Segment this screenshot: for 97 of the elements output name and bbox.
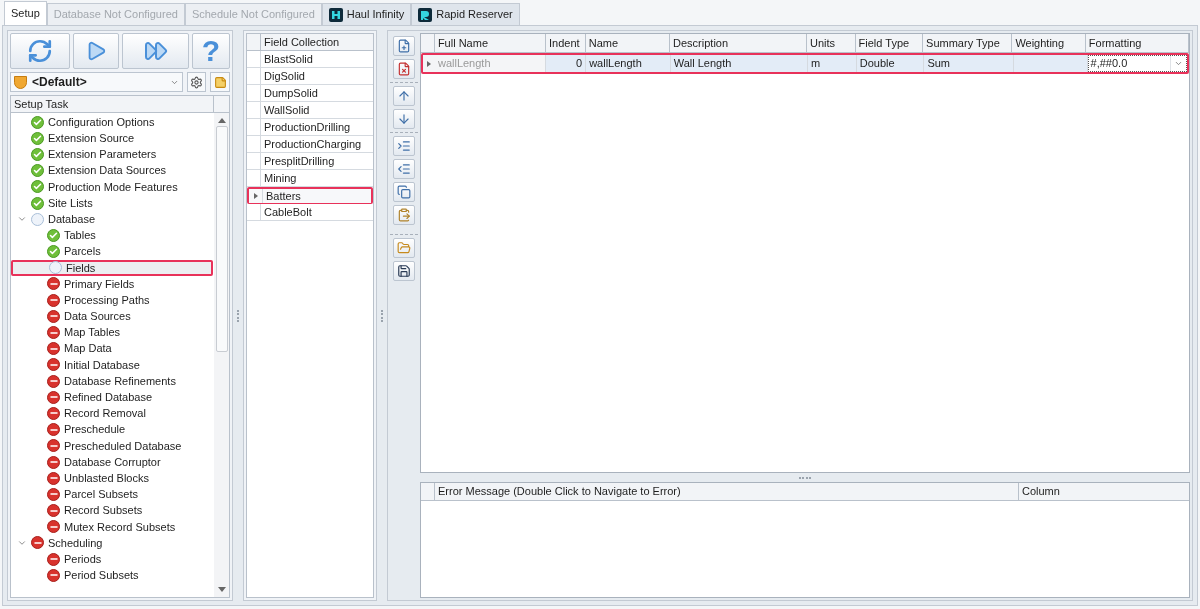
copy-button[interactable] (393, 182, 415, 202)
collection-row[interactable]: DumpSolid (247, 85, 373, 102)
table-cell-text: Wall Length (673, 56, 732, 72)
tree-item[interactable]: Record Subsets (11, 502, 213, 519)
tree-item[interactable]: Data Sources (11, 308, 213, 325)
collection-row[interactable]: ProductionCharging (247, 136, 373, 153)
splitter-grip[interactable] (799, 476, 811, 479)
tree-item[interactable]: Refined Database (11, 389, 213, 406)
tree-item[interactable]: Configuration Options (11, 114, 213, 131)
table-row[interactable]: wallLength 0 wallLength Wall Length m Double Sum #,##0.0 (421, 53, 1189, 74)
column-header[interactable]: Formatting (1085, 34, 1189, 52)
column-header[interactable]: Weighting (1012, 34, 1086, 52)
add-file-icon (397, 39, 411, 53)
tree-item[interactable]: Fields (11, 259, 213, 276)
tree-item[interactable]: Prescheduled Database (11, 437, 213, 454)
collection-row[interactable]: Batters (247, 187, 373, 204)
tree-item[interactable]: Preschedule (11, 421, 213, 438)
logo-icon (418, 7, 433, 22)
save-button[interactable] (393, 261, 415, 281)
note-icon (213, 75, 227, 89)
collection-row[interactable]: ProductionDrilling (247, 119, 373, 136)
tree-item[interactable]: Parcels (11, 243, 213, 260)
refresh-icon (27, 38, 53, 64)
column-header[interactable]: Name (585, 34, 671, 52)
table-cell-text: Sum (927, 56, 951, 72)
tree-item[interactable]: Mutex Record Subsets (11, 518, 213, 535)
paste-button[interactable] (393, 205, 415, 225)
save-icon (397, 264, 411, 278)
indent-button[interactable] (393, 136, 415, 156)
scrollbar[interactable] (214, 113, 229, 597)
tab[interactable]: Rapid Reserver (411, 3, 520, 25)
column-header[interactable]: Summary Type (923, 34, 1013, 52)
column-header[interactable]: Description (670, 34, 807, 52)
tree-item[interactable]: Scheduling (11, 534, 213, 552)
column-header[interactable]: Units (806, 34, 856, 52)
tree-item[interactable]: Parcel Subsets (11, 486, 213, 503)
tree-item[interactable]: Record Removal (11, 405, 213, 422)
tab[interactable]: Haul Infinity (321, 3, 412, 25)
tree-item[interactable]: Primary Fields (11, 275, 213, 293)
indent-icon (397, 139, 411, 153)
row-pointer-icon (426, 60, 431, 67)
column-header[interactable]: Indent (546, 34, 586, 52)
tree-item[interactable]: Database Refinements (11, 373, 213, 390)
gear-icon (190, 75, 203, 89)
arrow-up-icon (397, 89, 411, 103)
down-button[interactable] (393, 109, 415, 129)
outdent-button[interactable] (393, 159, 415, 179)
collection-row[interactable]: BlastSolid (247, 51, 373, 68)
tree-item[interactable]: Map Data (11, 340, 213, 357)
tree-item[interactable]: Tables (11, 227, 213, 244)
row-pointer-icon (253, 193, 258, 199)
paste-icon (397, 208, 411, 222)
run-button[interactable] (73, 33, 119, 69)
tree-item[interactable]: Period Subsets (11, 567, 213, 584)
column-header[interactable]: Field Type (855, 34, 924, 52)
table-cell-text: m (811, 56, 821, 72)
tree-item[interactable]: Database (11, 211, 213, 228)
tree-item[interactable]: Initial Database (11, 356, 213, 373)
add-button[interactable] (393, 36, 415, 56)
column-header[interactable]: Full Name (434, 34, 546, 52)
tree-item[interactable]: Unblasted Blocks (11, 470, 213, 487)
collection-row[interactable]: CableBolt (247, 204, 373, 221)
copy-icon (397, 185, 411, 199)
tree-item[interactable]: Map Tables (11, 324, 213, 341)
collection-row[interactable]: PresplitDrilling (247, 153, 373, 170)
collection-row[interactable]: WallSolid (247, 102, 373, 119)
outdent-icon (397, 162, 411, 176)
tree-item[interactable]: Extension Data Sources (11, 162, 213, 179)
folder-icon (397, 241, 411, 255)
settings-button[interactable] (187, 72, 206, 92)
table-cell-text: 0 (576, 56, 583, 72)
arrow-down-icon (397, 112, 411, 126)
delete-button[interactable] (393, 59, 415, 79)
tab[interactable]: Setup (4, 1, 47, 25)
up-button[interactable] (393, 86, 415, 106)
fast-forward-icon (143, 39, 168, 63)
run-all-button[interactable] (122, 33, 189, 69)
tree-item[interactable]: Extension Parameters (11, 146, 213, 163)
note-button[interactable] (210, 72, 230, 92)
tree-item[interactable]: Database Corruptor (11, 453, 213, 471)
tree-item[interactable]: Extension Source (11, 130, 213, 147)
table-cell-text: Double (859, 56, 895, 72)
caret-icon (1174, 59, 1183, 68)
refresh-button[interactable] (10, 33, 70, 69)
profile-dropdown[interactable]: <Default> (10, 72, 183, 92)
tree-item[interactable]: Production Mode Features (11, 178, 213, 195)
column-header[interactable]: Error Message (Double Click to Navigate to Error) (435, 483, 1019, 500)
tree-item[interactable]: Processing Paths (11, 292, 213, 309)
column-header[interactable]: Column (1019, 483, 1189, 500)
table-cell-text: wallLength (589, 56, 642, 72)
format-dropdown[interactable]: #,##0.0 (1087, 55, 1187, 72)
tree-item[interactable]: Site Lists (11, 194, 213, 212)
logo-icon (328, 7, 343, 22)
delete-file-icon (397, 62, 411, 76)
collection-row[interactable]: DigSolid (247, 68, 373, 85)
tree-item[interactable]: Periods (11, 551, 213, 568)
table-cell-text: wallLength (437, 56, 491, 72)
